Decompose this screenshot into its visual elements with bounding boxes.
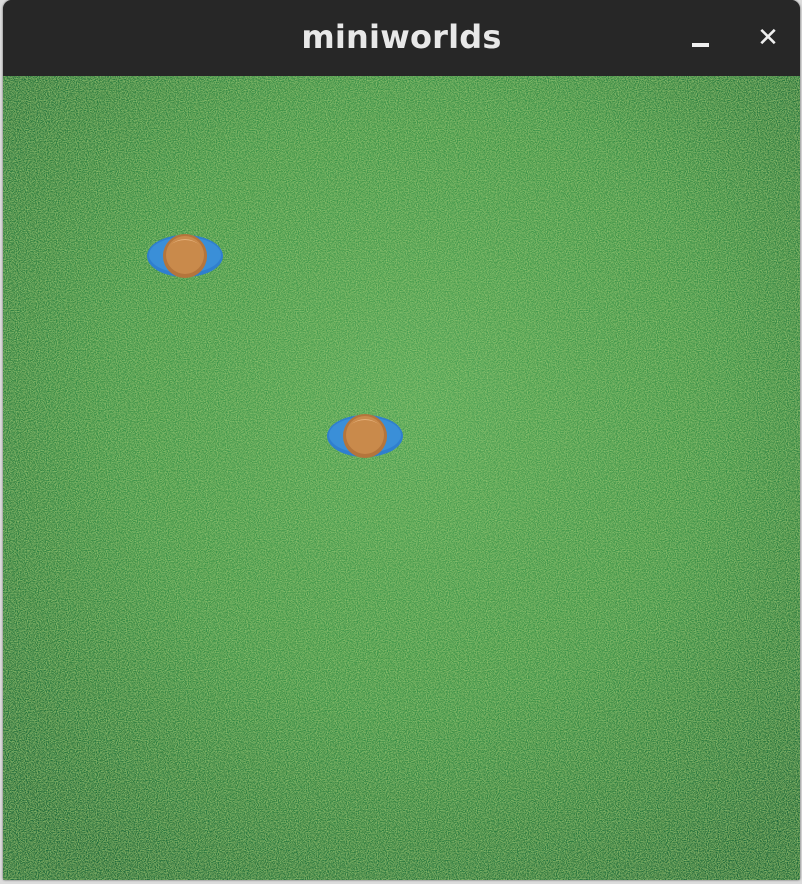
minimize-icon (691, 43, 709, 47)
close-icon: ✕ (757, 23, 779, 53)
close-button[interactable]: ✕ (750, 20, 786, 56)
player-1[interactable] (145, 228, 225, 284)
player-2[interactable] (325, 408, 405, 464)
game-world[interactable] (3, 76, 800, 880)
person-topdown-icon (147, 234, 223, 278)
grass-background (3, 76, 800, 880)
app-window: miniworlds ✕ (3, 0, 800, 880)
person-topdown-icon (327, 414, 403, 458)
title-bar[interactable]: miniworlds ✕ (3, 0, 800, 76)
window-title: miniworlds (301, 18, 502, 56)
minimize-button[interactable] (682, 20, 718, 56)
